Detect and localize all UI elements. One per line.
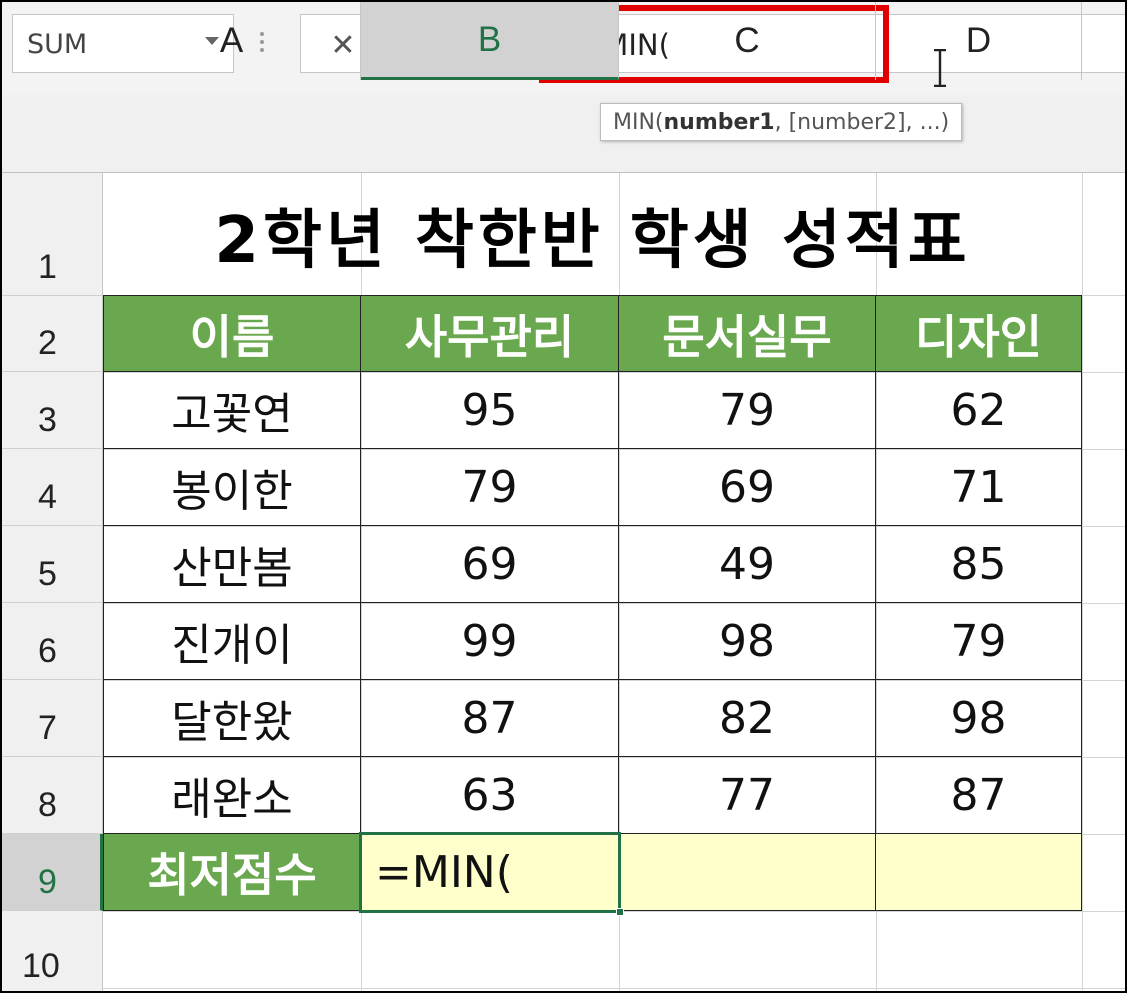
row-header-8[interactable]: 8	[2, 757, 103, 834]
function-tooltip[interactable]: MIN(number1, [number2], ...)	[600, 103, 963, 141]
name-cell[interactable]: 진개이	[103, 603, 361, 680]
tooltip-rest-args: , [number2], ...)	[774, 109, 950, 135]
score-cell[interactable]: 69	[619, 449, 876, 526]
row-header-6[interactable]: 6	[2, 603, 103, 680]
score-cell[interactable]: 95	[361, 372, 619, 449]
grid-line	[1082, 173, 1083, 991]
row-header-9[interactable]: 9	[2, 834, 103, 911]
score-cell[interactable]: 62	[876, 372, 1082, 449]
row-header-4[interactable]: 4	[2, 449, 103, 526]
name-box-value: SUM	[27, 29, 88, 60]
active-cell-border	[359, 832, 621, 913]
header-cell-design[interactable]: 디자인	[876, 295, 1082, 372]
name-cell[interactable]: 산만봄	[103, 526, 361, 603]
score-cell[interactable]: 79	[361, 449, 619, 526]
footer-label-cell[interactable]: 최저점수	[103, 834, 361, 911]
sheet-title[interactable]: 2학년 착한반 학생 성적표	[103, 173, 1082, 296]
score-cell[interactable]: 82	[619, 680, 876, 757]
score-cell[interactable]: 77	[619, 757, 876, 834]
row-header-7[interactable]: 7	[2, 680, 103, 757]
column-header-b[interactable]: B	[361, 2, 619, 80]
row-header-1[interactable]: 1	[2, 173, 103, 296]
min-result-cell[interactable]	[619, 834, 876, 911]
score-cell[interactable]: 69	[361, 526, 619, 603]
score-cell[interactable]: 49	[619, 526, 876, 603]
score-cell[interactable]: 87	[876, 757, 1082, 834]
column-header-c[interactable]: C	[619, 2, 876, 80]
column-header-d[interactable]: D	[876, 2, 1082, 80]
row-header-5[interactable]: 5	[2, 526, 103, 603]
score-cell[interactable]: 79	[619, 372, 876, 449]
grid-line	[103, 988, 1125, 989]
name-cell[interactable]: 고꽃연	[103, 372, 361, 449]
score-cell[interactable]: 79	[876, 603, 1082, 680]
score-cell[interactable]: 85	[876, 526, 1082, 603]
name-cell[interactable]: 래완소	[103, 757, 361, 834]
score-cell[interactable]: 87	[361, 680, 619, 757]
score-cell[interactable]: 98	[876, 680, 1082, 757]
row-header-3[interactable]: 3	[2, 372, 103, 449]
header-cell-office[interactable]: 사무관리	[361, 295, 619, 372]
fill-handle[interactable]	[616, 908, 624, 916]
score-cell[interactable]: 63	[361, 757, 619, 834]
min-result-cell[interactable]	[876, 834, 1082, 911]
spreadsheet-window: SUM ✕ ✓ fx =MIN( A B C D 1 2 3 4 5 6 7 8…	[0, 0, 1127, 993]
header-cell-name[interactable]: 이름	[103, 295, 361, 372]
header-cell-document[interactable]: 문서실무	[619, 295, 876, 372]
row-header-2[interactable]: 2	[2, 296, 103, 372]
score-cell[interactable]: 98	[619, 603, 876, 680]
tooltip-current-arg[interactable]: number1	[664, 110, 775, 135]
name-cell[interactable]: 달한왔	[103, 680, 361, 757]
column-header-e[interactable]	[1082, 2, 1125, 80]
column-header-a[interactable]: A	[103, 2, 361, 80]
score-cell[interactable]: 71	[876, 449, 1082, 526]
row-header-10[interactable]: 10	[2, 911, 103, 991]
tooltip-function-name: MIN(	[613, 109, 664, 135]
name-cell[interactable]: 봉이한	[103, 449, 361, 526]
score-cell[interactable]: 99	[361, 603, 619, 680]
